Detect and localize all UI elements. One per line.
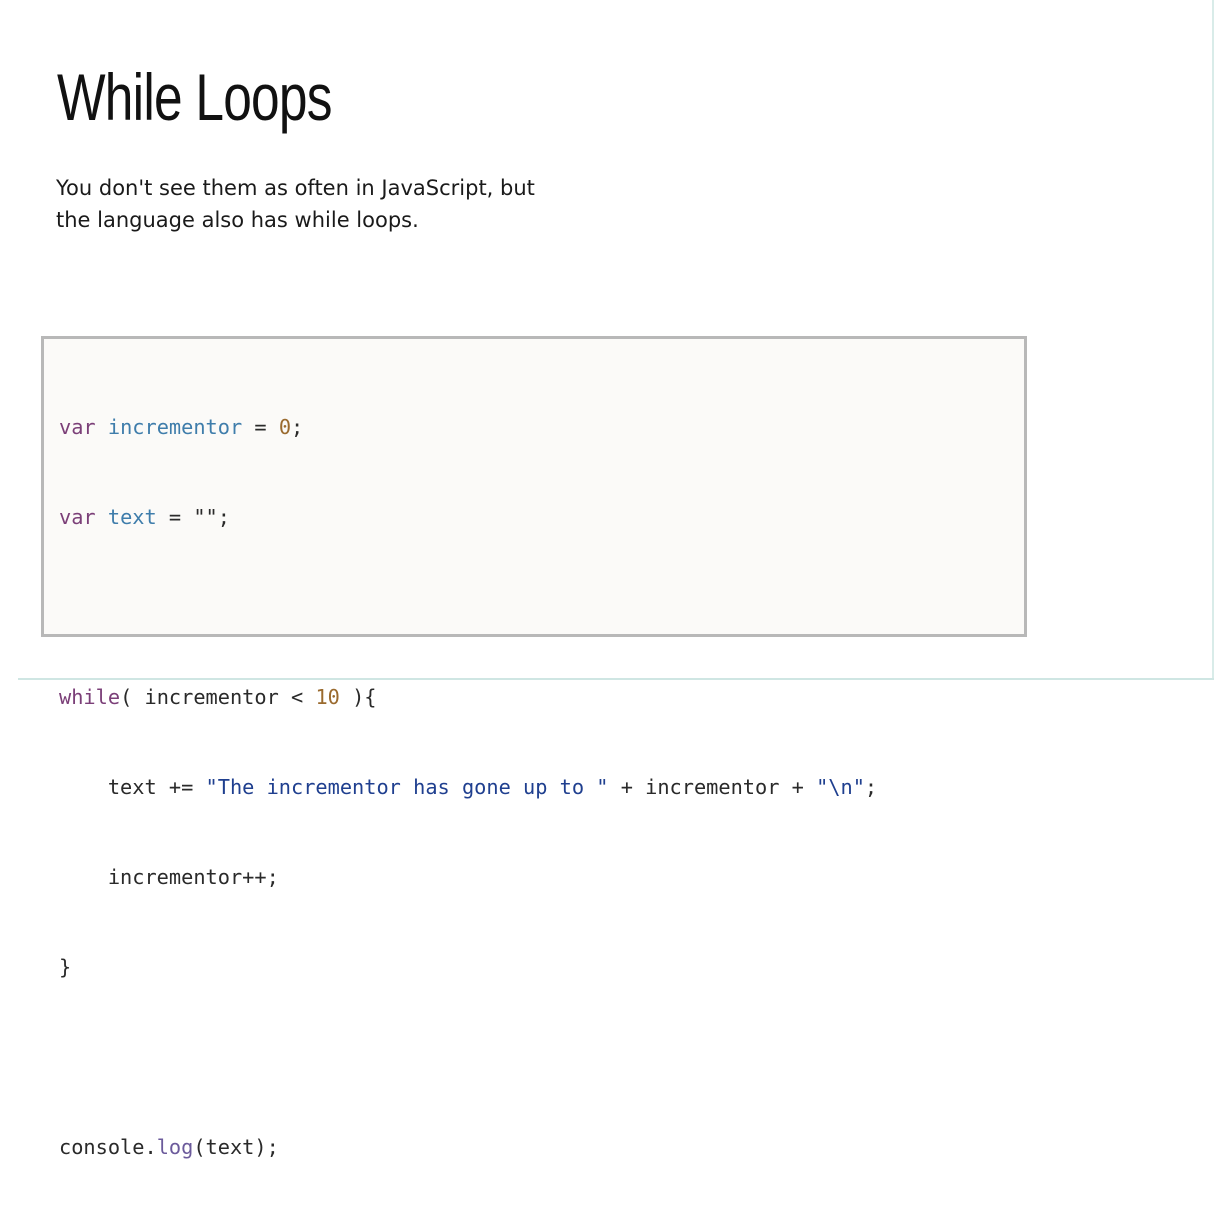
log-arguments: (text); bbox=[193, 1135, 279, 1159]
number-literal: 10 bbox=[315, 685, 340, 709]
string-literal: "The incrementor has gone up to " bbox=[205, 775, 609, 799]
while-condition-start: ( incrementor < bbox=[120, 685, 316, 709]
code-listing: var incrementor = 0; var text = ""; whil… bbox=[59, 352, 877, 1222]
operator-assign: = bbox=[156, 505, 194, 529]
keyword-while: while bbox=[59, 685, 121, 709]
operator-assign: = bbox=[242, 415, 279, 439]
intro-paragraph: You don't see them as often in JavaScrip… bbox=[56, 172, 576, 236]
console-object: console. bbox=[59, 1135, 157, 1159]
string-literal-empty: "" bbox=[193, 505, 218, 529]
code-line-append: text += "The incrementor has gone up to … bbox=[59, 772, 877, 802]
string-literal-newline: "\n" bbox=[816, 775, 865, 799]
code-line-blank-2 bbox=[59, 1042, 877, 1072]
identifier-incrementor: incrementor bbox=[107, 415, 243, 439]
slide-title: While Loops bbox=[57, 60, 332, 134]
code-line-1: var incrementor = 0; bbox=[59, 412, 877, 442]
while-condition-end: ){ bbox=[339, 685, 377, 709]
intro-line-2: the language also has while loops. bbox=[56, 208, 419, 232]
code-block: var incrementor = 0; var text = ""; whil… bbox=[41, 336, 1027, 1159]
semicolon: ; bbox=[217, 505, 230, 529]
semicolon: ; bbox=[864, 775, 878, 799]
number-literal: 0 bbox=[278, 415, 292, 439]
code-line-blank-1 bbox=[59, 592, 877, 622]
slide: While Loops You don't see them as often … bbox=[0, 0, 1214, 1159]
keyword-var: var bbox=[59, 505, 96, 529]
code-line-increment: incrementor++; bbox=[59, 865, 279, 889]
code-line-console: console.log(text); bbox=[59, 1132, 877, 1162]
identifier-text: text bbox=[107, 505, 157, 529]
log-method: log bbox=[156, 1135, 194, 1159]
intro-line-1: You don't see them as often in JavaScrip… bbox=[56, 176, 535, 200]
keyword-var: var bbox=[59, 415, 96, 439]
code-line-while: while( incrementor < 10 ){ bbox=[59, 682, 877, 712]
append-target: text += bbox=[107, 775, 206, 799]
concat-expression: + incrementor + bbox=[608, 775, 817, 799]
code-line-2: var text = ""; bbox=[59, 502, 877, 532]
code-line-close-brace: } bbox=[59, 955, 72, 979]
semicolon: ; bbox=[291, 415, 304, 439]
